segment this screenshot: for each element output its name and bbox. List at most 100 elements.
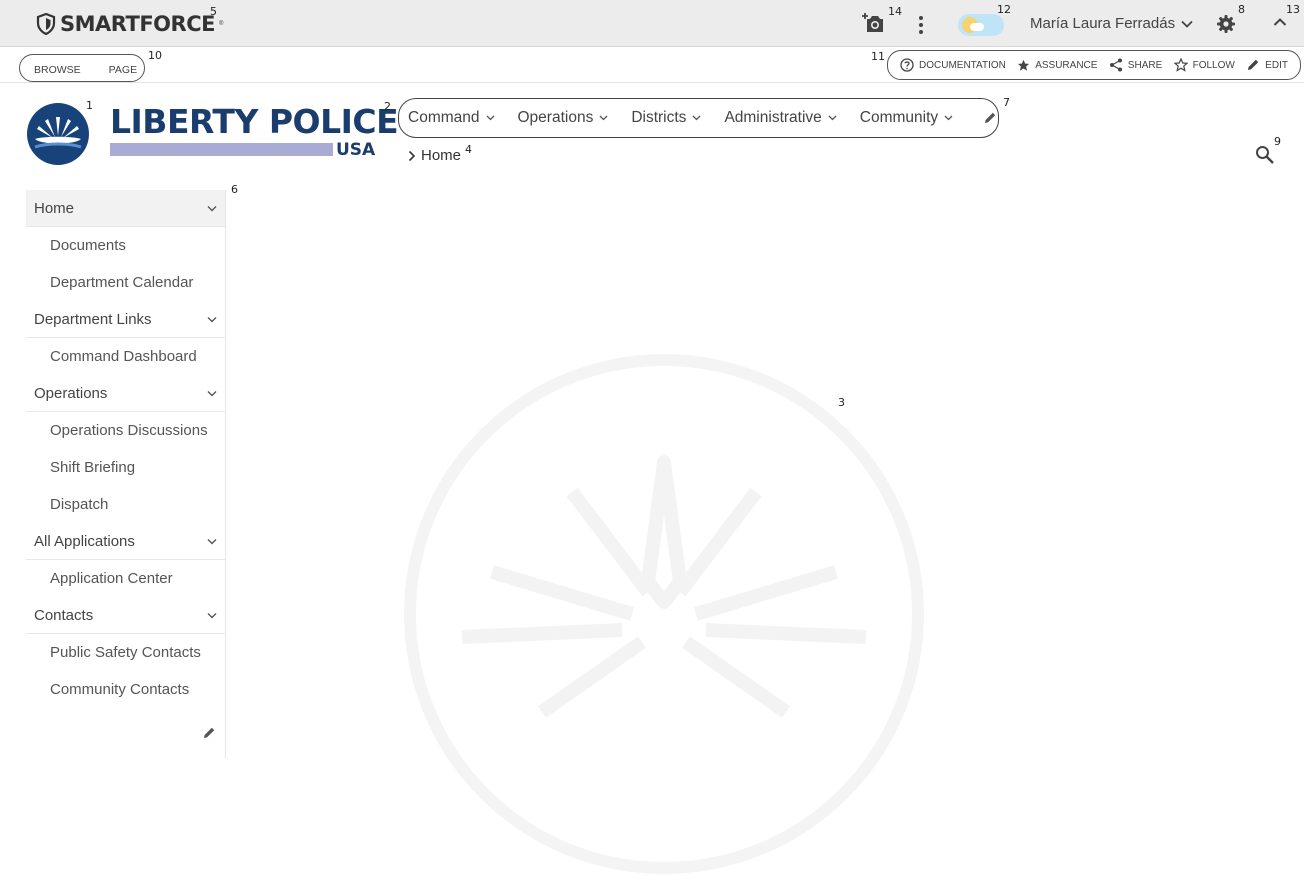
annotation-12: 12 xyxy=(997,3,1011,16)
nav-operations-label: Operations xyxy=(517,109,594,126)
nav-operations[interactable]: Operations xyxy=(518,109,609,127)
search-icon[interactable] xyxy=(1255,145,1275,165)
user-name: María Laura Ferradás xyxy=(1030,15,1176,32)
sidebar-group-label: Home xyxy=(34,199,75,217)
annotation-7: 7 xyxy=(1003,96,1010,109)
nav-administrative[interactable]: Administrative xyxy=(724,109,837,127)
chevron-right-icon xyxy=(408,150,416,161)
chevron-down-icon xyxy=(599,115,608,121)
chevron-down-icon[interactable] xyxy=(207,612,217,619)
sidebar-item-community-contacts[interactable]: Community Contacts xyxy=(26,671,225,708)
help-circle-icon xyxy=(900,58,914,72)
page-actions: DOCUMENTATION ASSURANCE SHARE FOLLOW EDI… xyxy=(887,50,1301,80)
sidebar-group-all-applications[interactable]: All Applications xyxy=(26,523,225,560)
chevron-down-icon xyxy=(828,115,837,121)
camera-add-icon[interactable] xyxy=(861,12,885,34)
annotation-9: 9 xyxy=(1274,135,1281,148)
annotation-2: 2 xyxy=(384,100,391,113)
chevron-down-icon xyxy=(1181,20,1193,28)
annotation-11: 11 xyxy=(871,50,885,63)
share-icon xyxy=(1109,58,1122,72)
nav-districts-label: Districts xyxy=(631,109,687,126)
follow-label: FOLLOW xyxy=(1192,59,1235,71)
sidebar-group-label: Contacts xyxy=(34,606,94,624)
annotation-6: 6 xyxy=(231,183,238,196)
assurance-label: ASSURANCE xyxy=(1035,59,1098,71)
user-menu[interactable]: María Laura Ferradás xyxy=(1030,15,1193,32)
sidebar-item-operations-discussions[interactable]: Operations Discussions xyxy=(26,412,225,449)
annotation-8: 8 xyxy=(1238,3,1245,16)
tab-page[interactable]: PAGE xyxy=(109,61,137,76)
sidebar-group-home[interactable]: Home xyxy=(26,190,225,227)
cloud-icon xyxy=(970,23,984,31)
sidebar-item-application-center[interactable]: Application Center xyxy=(26,560,225,597)
annotation-5: 5 xyxy=(210,5,217,18)
sidebar-item-department-calendar[interactable]: Department Calendar xyxy=(26,264,225,301)
nav-community-label: Community xyxy=(859,109,939,126)
nav-administrative-label: Administrative xyxy=(724,109,822,126)
nav-districts[interactable]: Districts xyxy=(631,109,701,127)
breadcrumb: Home xyxy=(407,147,461,164)
sidebar-item-shift-briefing[interactable]: Shift Briefing xyxy=(26,449,225,486)
brand-name: SMARTFORCE xyxy=(60,12,215,36)
chevron-down-icon[interactable] xyxy=(207,316,217,323)
sidebar-group-label: All Applications xyxy=(34,532,135,550)
share-label: SHARE xyxy=(1127,59,1163,71)
logo-underline xyxy=(110,143,333,156)
breadcrumb-home[interactable]: Home xyxy=(421,147,461,164)
sidebar-item-documents[interactable]: Documents xyxy=(26,227,225,264)
chevron-down-icon[interactable] xyxy=(207,205,217,212)
sidebar-group-department-links[interactable]: Department Links xyxy=(26,301,225,338)
annotation-14: 14 xyxy=(888,5,902,18)
sidebar-group-label: Operations xyxy=(34,384,108,402)
sidebar-group-label: Department Links xyxy=(34,310,152,328)
ribbon-tabs: BROWSE PAGE xyxy=(19,54,145,82)
logo-title: LIBERTY POLICE xyxy=(110,102,399,141)
ribbon-bar: BROWSE PAGE DOCUMENTATION ASSURANCE SHAR… xyxy=(0,48,1304,83)
police-seal-logo[interactable] xyxy=(27,103,89,165)
nav-command-label: Command xyxy=(408,109,480,126)
annotation-13: 13 xyxy=(1286,3,1300,16)
documentation-label: DOCUMENTATION xyxy=(919,59,1006,71)
seal-watermark-icon xyxy=(404,354,924,874)
assurance-button[interactable]: ASSURANCE xyxy=(1017,59,1097,72)
annotation-3: 3 xyxy=(838,396,845,409)
documentation-button[interactable]: DOCUMENTATION xyxy=(900,58,1006,72)
tab-browse[interactable]: BROWSE xyxy=(34,61,81,76)
sidebar-item-public-safety-contacts[interactable]: Public Safety Contacts xyxy=(26,634,225,671)
sidebar-group-contacts[interactable]: Contacts xyxy=(26,597,225,634)
chevron-down-icon xyxy=(486,115,494,121)
chevron-down-icon[interactable] xyxy=(207,390,217,397)
chevron-up-icon[interactable] xyxy=(1273,17,1287,27)
annotation-10: 10 xyxy=(148,49,162,62)
sidebar-group-operations[interactable]: Operations xyxy=(26,375,225,412)
sidebar-item-dispatch[interactable]: Dispatch xyxy=(26,486,225,523)
sidebar-item-command-dashboard[interactable]: Command Dashboard xyxy=(26,338,225,375)
edit-button[interactable]: EDIT xyxy=(1246,58,1288,72)
brand[interactable]: SMARTFORCE ® xyxy=(36,12,223,36)
shield-logo-icon xyxy=(36,13,56,35)
chevron-down-icon xyxy=(692,115,701,121)
chevron-down-icon[interactable] xyxy=(207,538,217,545)
more-vertical-icon[interactable] xyxy=(913,15,929,35)
nav-command[interactable]: Command xyxy=(408,109,495,127)
gear-icon[interactable] xyxy=(1216,14,1236,34)
chevron-down-icon xyxy=(944,115,953,121)
nav-community[interactable]: Community xyxy=(860,109,953,127)
star-outline-icon xyxy=(1173,58,1188,72)
department-wordmark[interactable]: LIBERTY POLICE USA xyxy=(110,102,399,160)
edit-links-pencil-icon[interactable] xyxy=(202,726,216,740)
pencil-icon xyxy=(1248,59,1259,70)
annotation-1: 1 xyxy=(86,99,93,112)
edit-nav-pencil-icon[interactable] xyxy=(983,111,997,125)
top-bar: SMARTFORCE ® María Laura Ferradás xyxy=(0,0,1304,47)
follow-button[interactable]: FOLLOW xyxy=(1173,58,1235,72)
liberty-crown-icon xyxy=(34,117,82,149)
quick-launch-sidebar: Home Documents Department Calendar Depar… xyxy=(26,190,226,758)
weather-toggle[interactable] xyxy=(958,14,1004,36)
brand-registered-mark: ® xyxy=(218,21,224,27)
share-button[interactable]: SHARE xyxy=(1109,58,1162,72)
edit-label: EDIT xyxy=(1265,59,1288,71)
annotation-4: 4 xyxy=(465,143,472,156)
star-solid-icon xyxy=(1018,59,1030,71)
